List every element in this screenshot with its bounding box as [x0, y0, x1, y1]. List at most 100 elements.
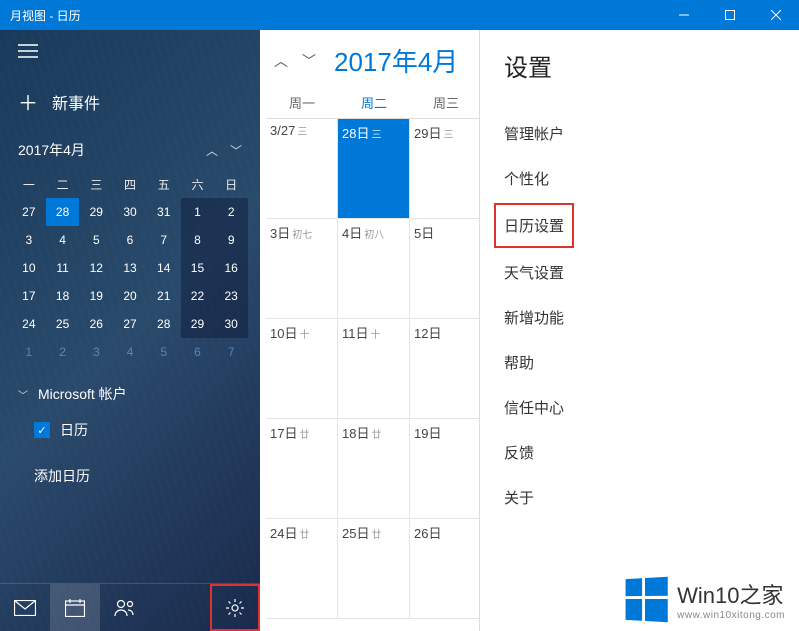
mini-day-cell[interactable]: 31: [147, 198, 181, 226]
mini-day-cell[interactable]: 27: [113, 310, 147, 338]
mini-dow-cell: 三: [79, 170, 113, 198]
day-cell[interactable]: 24日廿: [266, 519, 338, 618]
bottom-bar: [0, 583, 260, 631]
minimize-button[interactable]: [661, 0, 707, 30]
calendar-button[interactable]: [50, 584, 100, 631]
add-calendar-button[interactable]: 添加日历: [0, 448, 260, 494]
mini-day-cell[interactable]: 28: [147, 310, 181, 338]
mini-day-cell[interactable]: 7: [214, 338, 248, 366]
day-cell[interactable]: 10日十: [266, 319, 338, 418]
close-button[interactable]: [753, 0, 799, 30]
mini-day-cell[interactable]: 30: [214, 310, 248, 338]
account-toggle[interactable]: ﹀ Microsoft 帐户: [0, 366, 260, 412]
mini-day-cell[interactable]: 11: [46, 254, 80, 282]
settings-item[interactable]: 天气设置: [504, 250, 775, 295]
mini-day-cell[interactable]: 24: [12, 310, 46, 338]
day-cell[interactable]: 3日初七: [266, 219, 338, 318]
mini-day-cell[interactable]: 21: [147, 282, 181, 310]
mini-day-cell[interactable]: 7: [147, 226, 181, 254]
mini-day-cell[interactable]: 5: [79, 226, 113, 254]
mini-day-cell[interactable]: 4: [46, 226, 80, 254]
mail-button[interactable]: [0, 584, 50, 631]
mini-next-button[interactable]: ﹀: [230, 142, 242, 159]
settings-button[interactable]: [210, 584, 260, 631]
mini-day-cell[interactable]: 26: [79, 310, 113, 338]
titlebar: 月视图 - 日历: [0, 0, 799, 30]
settings-item[interactable]: 新增功能: [504, 295, 775, 340]
mini-dow-cell: 五: [147, 170, 181, 198]
mini-day-cell[interactable]: 22: [181, 282, 215, 310]
mini-day-cell[interactable]: 2: [46, 338, 80, 366]
mini-day-cell[interactable]: 27: [12, 198, 46, 226]
mini-dow-cell: 日: [214, 170, 248, 198]
watermark: Win10之家 www.win10xitong.com: [624, 578, 785, 621]
mini-day-cell[interactable]: 30: [113, 198, 147, 226]
settings-item[interactable]: 关于: [504, 475, 775, 520]
mini-day-cell[interactable]: 16: [214, 254, 248, 282]
settings-item[interactable]: 个性化: [504, 156, 775, 201]
mini-day-cell[interactable]: 1: [12, 338, 46, 366]
mini-day-cell[interactable]: 23: [214, 282, 248, 310]
mini-day-cell[interactable]: 13: [113, 254, 147, 282]
day-cell[interactable]: 25日廿: [338, 519, 410, 618]
mini-day-cell[interactable]: 3: [79, 338, 113, 366]
mini-calendar-month: 2017年4月: [18, 140, 85, 160]
mini-day-cell[interactable]: 9: [214, 226, 248, 254]
mini-day-cell[interactable]: 25: [46, 310, 80, 338]
new-event-button[interactable]: ＋ 新事件: [0, 77, 260, 126]
window-title: 月视图 - 日历: [10, 7, 661, 24]
mini-day-cell[interactable]: 12: [79, 254, 113, 282]
day-cell[interactable]: 12日: [410, 319, 482, 418]
people-button[interactable]: [100, 584, 150, 631]
calendar-checkbox-row[interactable]: ✓ 日历: [0, 412, 260, 448]
next-month-button[interactable]: ﹀: [298, 50, 320, 72]
mini-day-cell[interactable]: 6: [113, 226, 147, 254]
mini-day-cell[interactable]: 19: [79, 282, 113, 310]
day-cell[interactable]: 11日十: [338, 319, 410, 418]
mini-day-cell[interactable]: 4: [113, 338, 147, 366]
mini-day-cell[interactable]: 18: [46, 282, 80, 310]
dow-header: 周三: [410, 87, 482, 119]
mini-day-cell[interactable]: 29: [79, 198, 113, 226]
settings-item[interactable]: 帮助: [504, 340, 775, 385]
day-cell[interactable]: 18日廿: [338, 419, 410, 518]
settings-item[interactable]: 管理帐户: [504, 111, 775, 156]
mini-dow-cell: 二: [46, 170, 80, 198]
windows-logo-icon: [626, 577, 668, 623]
maximize-button[interactable]: [707, 0, 753, 30]
mini-day-cell[interactable]: 29: [181, 310, 215, 338]
mini-day-cell[interactable]: 3: [12, 226, 46, 254]
mini-day-cell[interactable]: 20: [113, 282, 147, 310]
mini-prev-button[interactable]: ︿: [206, 142, 218, 159]
checkbox-icon: ✓: [34, 422, 50, 438]
settings-item[interactable]: 日历设置: [494, 203, 574, 248]
day-cell[interactable]: 26日: [410, 519, 482, 618]
mini-day-cell[interactable]: 8: [181, 226, 215, 254]
mini-day-cell[interactable]: 15: [181, 254, 215, 282]
mini-day-cell[interactable]: 28: [46, 198, 80, 226]
mini-day-cell[interactable]: 17: [12, 282, 46, 310]
settings-panel: 设置 管理帐户个性化日历设置天气设置新增功能帮助信任中心反馈关于: [479, 30, 799, 631]
settings-item[interactable]: 反馈: [504, 430, 775, 475]
day-cell[interactable]: 4日初八: [338, 219, 410, 318]
calendar-label: 日历: [60, 420, 88, 440]
settings-item[interactable]: 信任中心: [504, 385, 775, 430]
hamburger-button[interactable]: [0, 30, 260, 77]
day-cell[interactable]: 19日: [410, 419, 482, 518]
mini-day-cell[interactable]: 6: [181, 338, 215, 366]
mini-calendar: 一二三四五六日 27282930311234567891011121314151…: [0, 170, 260, 366]
plus-icon: ＋: [18, 87, 38, 116]
mini-day-cell[interactable]: 1: [181, 198, 215, 226]
mini-day-cell[interactable]: 2: [214, 198, 248, 226]
day-cell[interactable]: 3/27三: [266, 119, 338, 218]
chevron-down-icon: ﹀: [18, 387, 28, 402]
day-cell[interactable]: 5日: [410, 219, 482, 318]
mini-day-cell[interactable]: 5: [147, 338, 181, 366]
day-cell[interactable]: 17日廿: [266, 419, 338, 518]
mini-day-cell[interactable]: 10: [12, 254, 46, 282]
account-label: Microsoft 帐户: [38, 384, 127, 404]
day-cell[interactable]: 28日三: [338, 119, 410, 218]
day-cell[interactable]: 29日三: [410, 119, 482, 218]
prev-month-button[interactable]: ︿: [270, 50, 292, 72]
mini-day-cell[interactable]: 14: [147, 254, 181, 282]
